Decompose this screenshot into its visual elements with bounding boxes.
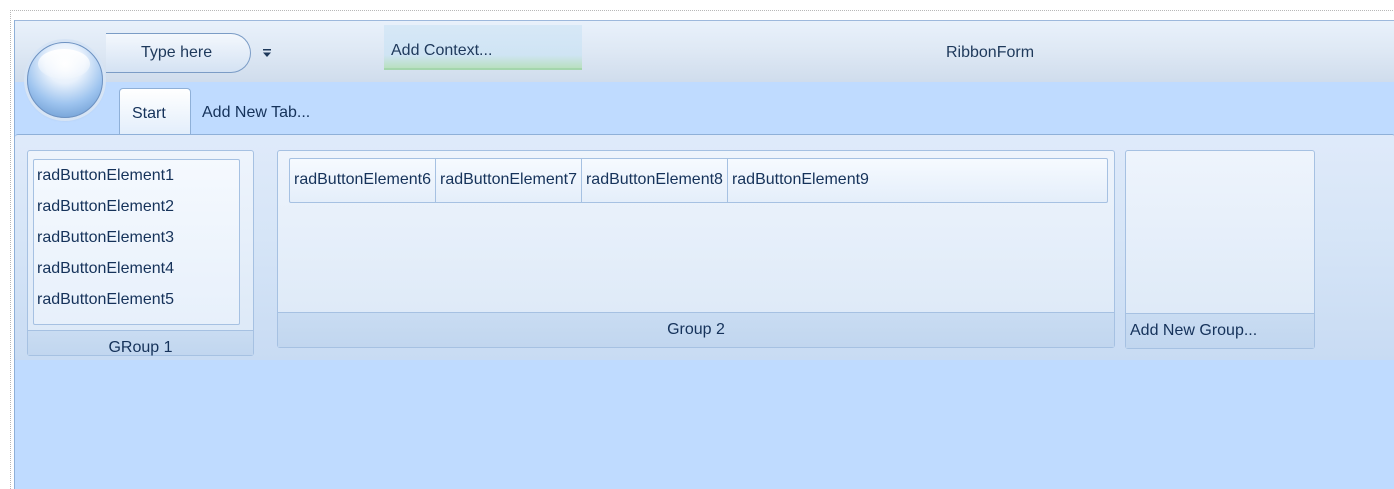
add-context-button[interactable]: Add Context... xyxy=(384,25,582,70)
application-button[interactable] xyxy=(27,42,103,118)
rad-button-element-8[interactable]: radButtonElement8 xyxy=(582,159,728,202)
ribbon-form: Add Context... RibbonForm Type here Star… xyxy=(14,20,1394,489)
tab-start-label: Start xyxy=(132,105,166,122)
rad-button-element-2[interactable]: radButtonElement2 xyxy=(34,191,239,222)
window-title: RibbonForm xyxy=(946,44,1035,61)
rad-button-element-1[interactable]: radButtonElement1 xyxy=(34,160,239,191)
rad-button-element-9[interactable]: radButtonElement9 xyxy=(728,159,873,202)
form-client-area xyxy=(15,360,1394,489)
group-2-caption[interactable]: Group 2 xyxy=(278,312,1114,347)
button-stack: radButtonElement1 radButtonElement2 radB… xyxy=(33,159,240,325)
rad-button-element-6[interactable]: radButtonElement6 xyxy=(290,159,436,202)
add-context-label: Add Context... xyxy=(391,42,493,59)
group-1: radButtonElement1 radButtonElement2 radB… xyxy=(27,150,254,356)
tab-start[interactable]: Start xyxy=(119,88,191,134)
group-2: radButtonElement6 radButtonElement7 radB… xyxy=(277,150,1115,348)
rad-button-element-5[interactable]: radButtonElement5 xyxy=(34,284,239,315)
ribbon-body: radButtonElement1 radButtonElement2 radB… xyxy=(15,134,1394,362)
add-new-group-label[interactable]: Add New Group... xyxy=(1126,313,1314,348)
tab-add-new[interactable]: Add New Tab... xyxy=(202,104,310,122)
rad-button-element-7[interactable]: radButtonElement7 xyxy=(436,159,582,202)
add-new-group[interactable]: Add New Group... xyxy=(1125,150,1315,349)
button-row: radButtonElement6 radButtonElement7 radB… xyxy=(289,158,1108,203)
quick-access-placeholder[interactable]: Type here xyxy=(141,44,212,62)
rad-button-element-4[interactable]: radButtonElement4 xyxy=(34,253,239,284)
group-1-caption[interactable]: GRoup 1 xyxy=(28,330,253,356)
orb-shine xyxy=(38,49,90,79)
dropdown-arrow-icon[interactable] xyxy=(261,47,273,59)
rad-button-element-3[interactable]: radButtonElement3 xyxy=(34,222,239,253)
